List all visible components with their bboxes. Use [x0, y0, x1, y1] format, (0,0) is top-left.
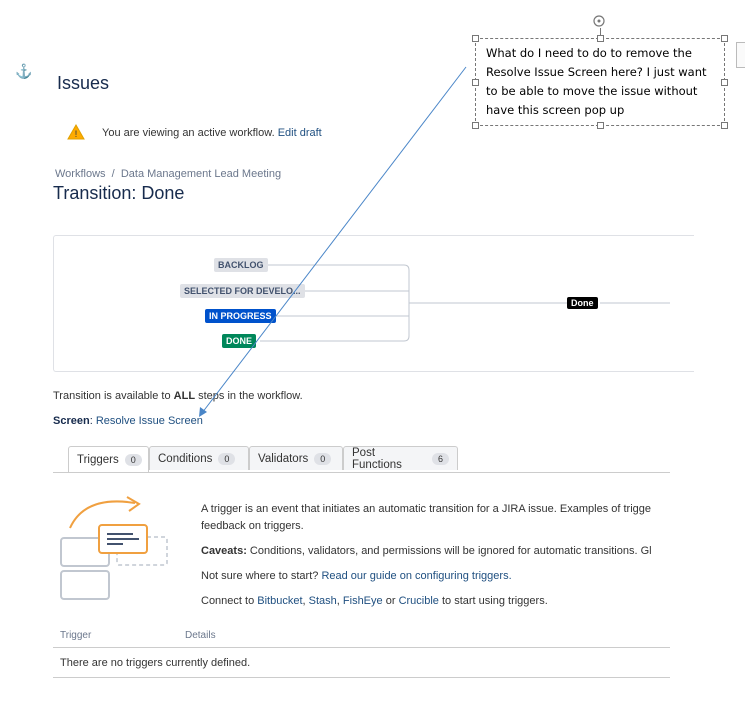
annotation-textbox[interactable]: What do I need to do to remove the Resol… [475, 38, 725, 126]
resize-handle[interactable] [597, 122, 604, 129]
rotate-handle-icon[interactable] [592, 14, 606, 28]
rotate-handle-stem [600, 28, 601, 36]
resize-handle[interactable] [597, 35, 604, 42]
resize-handle[interactable] [472, 79, 479, 86]
resize-handle[interactable] [721, 79, 728, 86]
resize-handle[interactable] [721, 122, 728, 129]
resize-handle[interactable] [472, 35, 479, 42]
layout-options-icon[interactable] [736, 42, 745, 68]
resize-handle[interactable] [472, 122, 479, 129]
annotation-text: What do I need to do to remove the Resol… [486, 46, 707, 117]
resize-handle[interactable] [721, 35, 728, 42]
